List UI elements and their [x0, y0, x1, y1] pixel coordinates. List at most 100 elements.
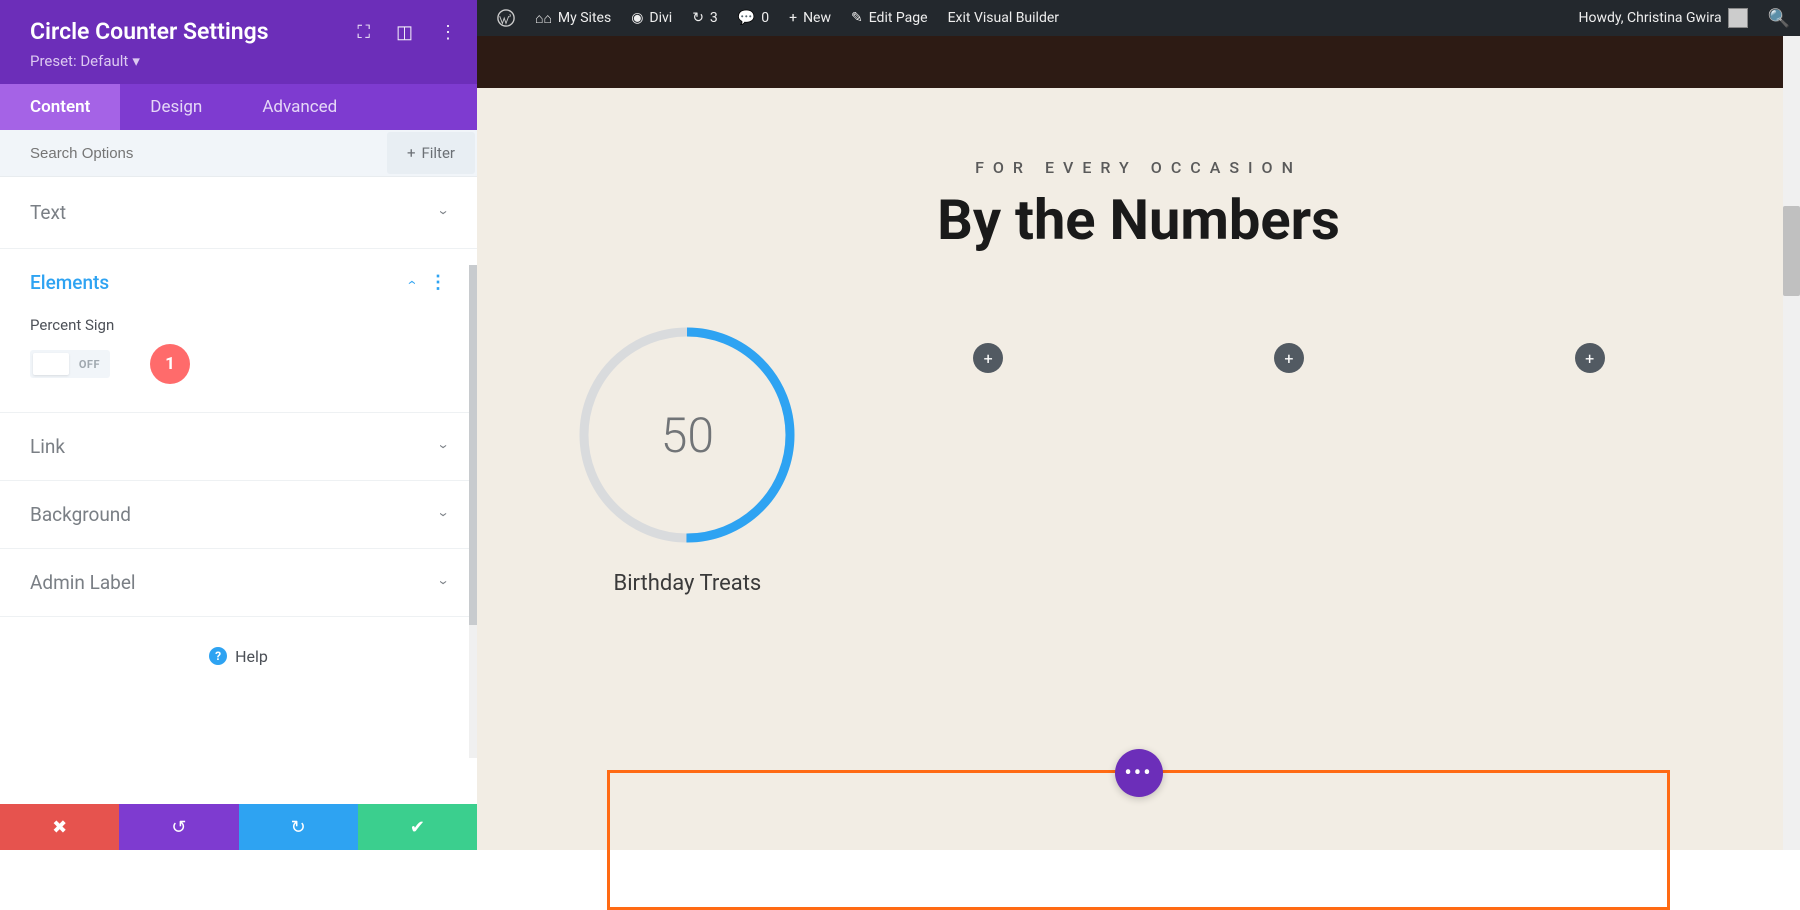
- wp-divi[interactable]: ◉ Divi: [621, 10, 682, 26]
- wp-my-sites[interactable]: ⌂⌂ My Sites: [525, 10, 621, 27]
- wp-exit-builder-label: Exit Visual Builder: [948, 10, 1059, 26]
- chevron-up-icon: ›: [401, 280, 420, 285]
- wp-comments-count: 0: [761, 10, 769, 26]
- redo-button[interactable]: ↻: [239, 804, 358, 850]
- section-admin-label-head[interactable]: Admin Label ›: [0, 549, 477, 616]
- wp-exit-builder[interactable]: Exit Visual Builder: [938, 10, 1069, 26]
- section-elements: Elements › ⋮ Percent Sign OFF 1: [0, 249, 477, 413]
- pencil-icon: ✎: [851, 10, 863, 26]
- tab-content[interactable]: Content: [0, 84, 120, 130]
- chevron-down-icon: ›: [435, 512, 454, 517]
- preset-selector[interactable]: Preset: Default ▾: [30, 52, 140, 70]
- section-background-head[interactable]: Background ›: [0, 481, 477, 548]
- section-elements-title: Elements: [30, 271, 109, 294]
- help-label: Help: [235, 647, 268, 666]
- add-module-button[interactable]: +: [973, 343, 1003, 373]
- kebab-menu-icon[interactable]: ⋮: [439, 22, 457, 43]
- canvas-scrollbar[interactable]: [1783, 36, 1800, 850]
- section-elements-head[interactable]: Elements › ⋮: [0, 249, 477, 316]
- refresh-icon: ↻: [692, 10, 704, 26]
- wp-edit-page[interactable]: ✎ Edit Page: [841, 10, 938, 26]
- panel-scroll-thumb[interactable]: [469, 265, 477, 625]
- section-text: Text ›: [0, 177, 477, 249]
- kebab-menu-icon[interactable]: ⋮: [429, 272, 447, 293]
- hero-section: [477, 36, 1800, 88]
- section-link-head[interactable]: Link ›: [0, 413, 477, 480]
- circle-counter[interactable]: 50: [575, 323, 799, 547]
- wp-updates[interactable]: ↻ 3: [682, 10, 728, 26]
- wordpress-icon: [497, 9, 515, 27]
- toggle-state: OFF: [79, 358, 100, 371]
- section-background-title: Background: [30, 503, 131, 526]
- wp-my-sites-label: My Sites: [558, 10, 611, 26]
- help-row: ? Help: [0, 617, 477, 694]
- panel-body: + Filter Text › Elements › ⋮ Percent Sig…: [0, 130, 477, 804]
- wp-divi-label: Divi: [649, 10, 672, 26]
- filter-button[interactable]: + Filter: [387, 132, 475, 174]
- wp-updates-count: 3: [710, 10, 718, 26]
- page-title: By the Numbers: [537, 187, 1740, 253]
- counter-col-4: +: [1459, 323, 1720, 596]
- undo-button[interactable]: ↺: [119, 804, 238, 850]
- settings-panel: Circle Counter Settings Preset: Default …: [0, 0, 477, 850]
- wp-new[interactable]: + New: [779, 10, 841, 26]
- counter-label: Birthday Treats: [613, 571, 761, 596]
- add-module-button[interactable]: +: [1575, 343, 1605, 373]
- wp-howdy[interactable]: Howdy, Christina Gwira: [1569, 8, 1758, 28]
- wp-edit-page-label: Edit Page: [869, 10, 928, 26]
- quote-section[interactable]: “ •••: [607, 770, 1670, 910]
- section-admin-label: Admin Label ›: [0, 549, 477, 617]
- section-elements-body: Percent Sign OFF 1: [0, 316, 477, 412]
- caret-down-icon: ▾: [132, 52, 140, 70]
- percent-sign-label: Percent Sign: [30, 316, 447, 334]
- section-background: Background ›: [0, 481, 477, 549]
- tab-advanced[interactable]: Advanced: [232, 84, 367, 130]
- wp-howdy-label: Howdy, Christina Gwira: [1579, 10, 1722, 26]
- comment-icon: 💬: [738, 10, 755, 26]
- responsive-icon[interactable]: ⛶: [357, 22, 370, 43]
- section-elements-icons: › ⋮: [408, 272, 447, 293]
- section-link: Link ›: [0, 413, 477, 481]
- filter-label: Filter: [421, 144, 455, 162]
- plus-icon: +: [407, 144, 416, 162]
- chevron-down-icon: ›: [435, 580, 454, 585]
- wp-new-label: New: [803, 10, 831, 26]
- wp-logo[interactable]: [487, 9, 525, 27]
- add-module-button[interactable]: +: [1274, 343, 1304, 373]
- canvas-scroll-thumb[interactable]: [1783, 206, 1800, 296]
- page-subtitle: FOR EVERY OCCASION: [537, 158, 1740, 177]
- cancel-button[interactable]: ✖: [0, 804, 119, 850]
- annotation-badge: 1: [150, 344, 190, 384]
- wp-bar-right: Howdy, Christina Gwira 🔍: [1569, 8, 1790, 29]
- panel-tabs: Content Design Advanced: [0, 84, 477, 130]
- section-admin-label-title: Admin Label: [30, 571, 136, 594]
- columns-icon[interactable]: ◫: [396, 22, 413, 43]
- preset-label: Preset: Default: [30, 52, 128, 70]
- counter-value: 50: [575, 323, 799, 547]
- tab-design[interactable]: Design: [120, 84, 232, 130]
- section-text-head[interactable]: Text ›: [0, 177, 477, 248]
- sites-icon: ⌂⌂: [535, 10, 552, 27]
- counter-col-2: +: [858, 323, 1119, 596]
- save-button[interactable]: ✔: [358, 804, 477, 850]
- toggle-knob: [33, 353, 69, 375]
- percent-sign-row: OFF 1: [30, 344, 447, 384]
- panel-header: Circle Counter Settings Preset: Default …: [0, 0, 477, 84]
- help-link[interactable]: ? Help: [209, 647, 268, 666]
- panel-footer: ✖ ↺ ↻ ✔: [0, 804, 477, 850]
- gauge-icon: ◉: [631, 10, 643, 26]
- section-menu-button[interactable]: •••: [1115, 749, 1163, 797]
- chevron-down-icon: ›: [435, 210, 454, 215]
- percent-sign-toggle[interactable]: OFF: [30, 350, 110, 378]
- counters-row: 50 Birthday Treats + + +: [537, 323, 1740, 596]
- header-actions: ⛶ ◫ ⋮: [357, 22, 457, 43]
- panel-scrollbar[interactable]: [469, 265, 477, 758]
- page-canvas: ⌂⌂ My Sites ◉ Divi ↻ 3 💬 0 + New ✎ Edit …: [477, 0, 1800, 850]
- search-input[interactable]: [0, 131, 387, 176]
- search-icon[interactable]: 🔍: [1768, 8, 1790, 29]
- section-link-title: Link: [30, 435, 65, 458]
- plus-icon: +: [789, 10, 797, 26]
- chevron-down-icon: ›: [435, 444, 454, 449]
- wp-comments[interactable]: 💬 0: [728, 10, 779, 26]
- page-content: FOR EVERY OCCASION By the Numbers 50 Bir…: [477, 88, 1800, 850]
